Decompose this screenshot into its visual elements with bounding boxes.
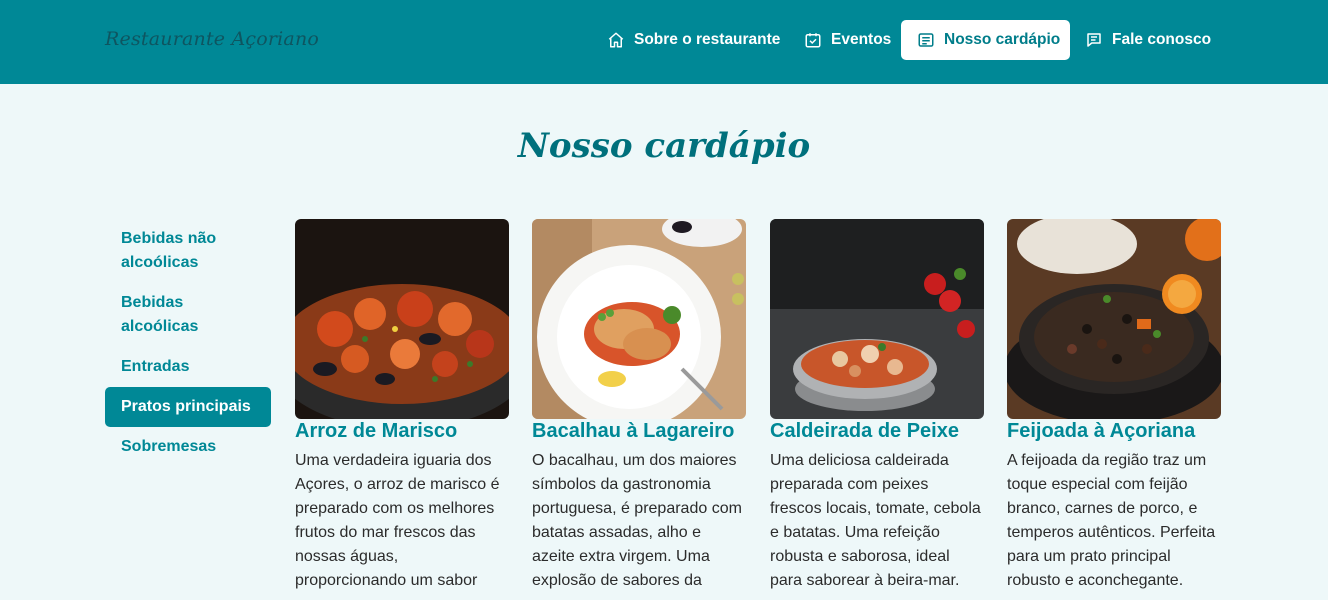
dish-card: Feijoada à Açoriana A feijoada da região… xyxy=(1007,219,1221,593)
main-nav: Sobre o restaurante Eventos Nosso cardáp… xyxy=(0,20,1328,60)
dish-image-seafood-rice xyxy=(295,219,509,419)
calendar-check-icon xyxy=(804,31,822,49)
dish-card: Arroz de Marisco Uma verdadeira iguaria … xyxy=(295,219,509,593)
nav-item-contact[interactable]: Fale conosco xyxy=(1085,20,1211,60)
dish-card: Caldeirada de Peixe Uma deliciosa caldei… xyxy=(770,219,984,593)
nav-item-label: Nosso cardápio xyxy=(944,31,1061,48)
category-desserts[interactable]: Sobremesas xyxy=(105,427,271,467)
nav-item-label: Eventos xyxy=(831,31,892,48)
dish-description: Uma verdadeira iguaria dos Açores, o arr… xyxy=(295,452,500,589)
dish-name: Bacalhau à Lagareiro xyxy=(532,420,735,442)
category-main-dishes[interactable]: Pratos principais xyxy=(105,387,271,427)
category-sidebar: Bebidas não alcoólicas Bebidas alcoólica… xyxy=(105,219,271,467)
nav-item-label: Fale conosco xyxy=(1112,31,1212,48)
dish-card: Bacalhau à Lagareiro O bacalhau, um dos … xyxy=(532,219,746,593)
category-non-alcoholic-drinks[interactable]: Bebidas não alcoólicas xyxy=(105,219,271,283)
nav-item-about[interactable]: Sobre o restaurante xyxy=(607,20,780,60)
category-alcoholic-drinks[interactable]: Bebidas alcoólicas xyxy=(105,283,271,347)
chat-icon xyxy=(1085,31,1103,49)
menu-list-icon xyxy=(917,31,935,49)
nav-item-events[interactable]: Eventos xyxy=(804,20,891,60)
dish-description: Uma deliciosa caldeirada preparada com p… xyxy=(770,452,981,589)
dish-name: Arroz de Marisco xyxy=(295,420,458,442)
page-title: Nosso cardápio xyxy=(517,126,811,166)
home-icon xyxy=(607,31,625,49)
category-starters[interactable]: Entradas xyxy=(105,347,271,387)
dish-image-feijoada xyxy=(1007,219,1221,419)
dish-name: Feijoada à Açoriana xyxy=(1007,420,1196,442)
nav-item-label: Sobre o restaurante xyxy=(634,31,781,48)
top-navbar: Restaurante Açoriano Sobre o restaurante… xyxy=(0,0,1328,84)
dish-name: Caldeirada de Peixe xyxy=(770,420,959,442)
dish-image-fish-stew xyxy=(770,219,984,419)
nav-item-menu[interactable]: Nosso cardápio xyxy=(901,20,1070,60)
dish-description: O bacalhau, um dos maiores símbolos da g… xyxy=(532,452,742,589)
dish-description: A feijoada da região traz um toque espec… xyxy=(1007,452,1216,589)
dish-image-codfish xyxy=(532,219,746,419)
